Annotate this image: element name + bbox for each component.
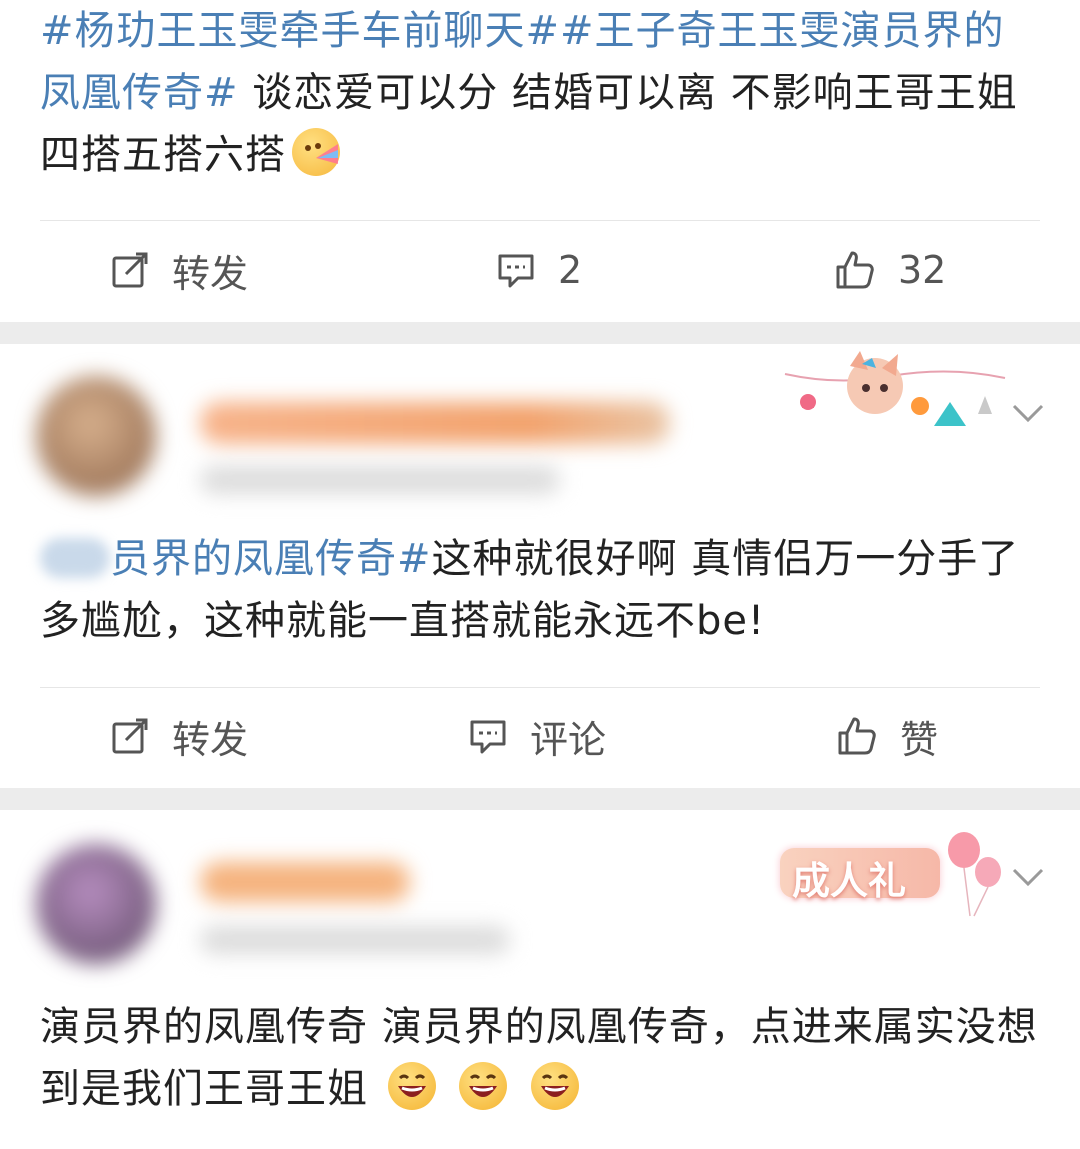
chevron-down-icon[interactable] xyxy=(1008,392,1048,432)
avatar[interactable] xyxy=(36,844,156,964)
like-label: 赞 xyxy=(900,717,939,762)
comment-label: 评论 xyxy=(530,717,607,762)
comment-count: 2 xyxy=(558,248,583,292)
username[interactable] xyxy=(200,402,670,444)
post-meta xyxy=(200,926,510,954)
badge: 成人礼 xyxy=(780,828,1010,918)
repost-label: 转发 xyxy=(172,717,249,762)
username[interactable] xyxy=(200,862,410,902)
card-separator xyxy=(0,788,1080,810)
repost-button[interactable]: 转发 xyxy=(110,240,248,300)
repost-icon xyxy=(112,718,148,754)
linabell-party-banner-icon xyxy=(784,351,1006,426)
like-button[interactable]: 32 xyxy=(834,240,946,300)
avatar[interactable] xyxy=(36,376,156,496)
like-count: 32 xyxy=(898,248,947,292)
post-card-1: #杨玏王玉雯牵手车前聊天##王子奇王玉雯演员界的凤凰传奇# 谈恋爱可以分 结婚可… xyxy=(0,0,1080,322)
comment-button[interactable]: 2 xyxy=(496,240,582,300)
badge-text: 成人礼 xyxy=(792,858,907,903)
hashtag-link[interactable]: #杨玏王玉雯牵手车前聊天# xyxy=(40,8,560,54)
repost-label: 转发 xyxy=(172,251,249,296)
post-meta xyxy=(200,466,560,494)
comment-icon xyxy=(470,720,506,754)
post-text: 演员界的凤凰传奇 演员界的凤凰传奇，点进来属实没想到是我们王哥王姐 xyxy=(40,996,1040,1120)
laughing-emoji-icon xyxy=(387,1062,436,1110)
post-text: #杨玏王玉雯牵手车前聊天##王子奇王玉雯演员界的凤凰传奇# 谈恋爱可以分 结婚可… xyxy=(40,0,1040,186)
laughing-emoji-icon xyxy=(531,1062,580,1110)
divider xyxy=(40,687,1040,688)
divider xyxy=(40,220,1040,221)
card-separator xyxy=(0,322,1080,344)
rainbow-vomit-emoji-icon xyxy=(292,128,340,176)
hashtag-link[interactable]: 员界的凤凰传奇# xyxy=(110,536,432,582)
comment-button[interactable]: 评论 xyxy=(468,706,606,766)
post-card-3: 成人礼 演员界的凤凰传奇 演员界的凤凰传奇，点进来属实没想到是我们王哥王姐 xyxy=(0,810,1080,1149)
repost-button[interactable]: 转发 xyxy=(110,706,248,766)
post-text: 员界的凤凰传奇#这种就很好啊 真情侣万一分手了多尴尬，这种就能一直搭就能永远不b… xyxy=(40,528,1040,652)
balloon-icon xyxy=(948,832,1001,917)
like-button[interactable]: 赞 xyxy=(836,706,938,766)
comment-icon xyxy=(498,254,534,288)
thumbs-up-icon xyxy=(838,717,876,755)
thumbs-up-icon xyxy=(836,251,874,289)
blurred-hashtag-prefix xyxy=(40,538,110,578)
repost-icon xyxy=(112,252,148,288)
chevron-down-icon[interactable] xyxy=(1008,856,1048,896)
laughing-emoji-icon xyxy=(459,1062,508,1110)
post-card-2: 员界的凤凰传奇#这种就很好啊 真情侣万一分手了多尴尬，这种就能一直搭就能永远不b… xyxy=(0,344,1080,788)
